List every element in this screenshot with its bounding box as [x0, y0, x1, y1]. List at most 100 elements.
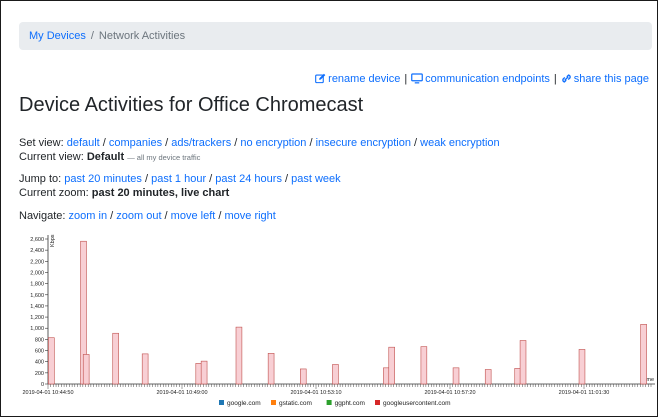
- navigate-separator: /: [161, 210, 171, 222]
- activity-bar: [200, 360, 208, 385]
- communication-endpoints-link[interactable]: communication endpoints: [411, 73, 550, 85]
- jump-to-row: Jump to: past 20 minutes / past 1 hour /…: [19, 173, 341, 185]
- navigate-row: Navigate: zoom in / zoom out / move left…: [19, 210, 276, 222]
- rename-device-link[interactable]: rename device: [315, 73, 400, 85]
- navigate-option-zoom-in[interactable]: zoom in: [69, 210, 108, 222]
- y-tick-label: 2,200: [30, 259, 44, 265]
- y-axis-label: Kbps: [50, 234, 56, 247]
- set-view-option-default[interactable]: default: [67, 137, 100, 149]
- current-view-note: — all my device traffic: [127, 153, 201, 162]
- communication-endpoints-label: communication endpoints: [425, 73, 550, 85]
- activity-bar: [484, 369, 492, 385]
- device-actions: rename device | communication endpoints …: [315, 73, 649, 85]
- activity-bar: [112, 332, 119, 385]
- set-view-separator: /: [162, 137, 172, 149]
- y-tick-label: 600: [35, 349, 44, 355]
- activity-bar: [514, 368, 521, 385]
- navigate-option-move-left[interactable]: move left: [171, 210, 216, 222]
- activity-bar: [300, 368, 307, 385]
- y-tick-label: 2,400: [30, 248, 44, 254]
- share-page-link[interactable]: share this page: [561, 73, 649, 85]
- y-tick-label: 1,800: [30, 282, 44, 288]
- activity-bar: [332, 364, 339, 385]
- edit-icon: [315, 73, 326, 84]
- current-view-value: Default: [86, 151, 125, 163]
- set-view-option-companies[interactable]: companies: [109, 137, 162, 149]
- legend-label: googleusercontent.com: [383, 400, 451, 407]
- jump-to-option-past-20-minutes[interactable]: past 20 minutes: [64, 173, 142, 185]
- activity-bar: [519, 340, 527, 385]
- current-view-row: Current view: Default — all my device tr…: [19, 151, 200, 163]
- legend-label: gstatic.com: [279, 400, 312, 407]
- x-tick-label: 2019-04-01 10:53:10: [290, 390, 341, 396]
- set-view-option-no-encryption[interactable]: no encryption: [240, 137, 306, 149]
- activity-bar: [141, 353, 149, 385]
- set-view-option-weak-encryption[interactable]: weak encryption: [420, 137, 500, 149]
- set-view-separator: /: [231, 137, 241, 149]
- y-tick-label: 2,000: [30, 270, 44, 276]
- actions-divider: |: [404, 73, 408, 85]
- navigate-separator: /: [107, 210, 117, 222]
- legend-swatch: [271, 400, 276, 405]
- navigate-links: zoom in / zoom out / move left / move ri…: [69, 210, 276, 222]
- set-view-option-ads-trackers[interactable]: ads/trackers: [171, 137, 231, 149]
- navigate-option-zoom-out[interactable]: zoom out: [116, 210, 161, 222]
- x-tick-label: 2019-04-01 11:01:30: [559, 390, 610, 396]
- breadcrumb-my-devices-link[interactable]: My Devices: [29, 30, 86, 42]
- monitor-icon: [411, 73, 424, 84]
- jump-to-separator: /: [281, 173, 292, 185]
- set-view-option-insecure-encryption[interactable]: insecure encryption: [316, 137, 411, 149]
- breadcrumb-current: Network Activities: [98, 30, 186, 42]
- y-tick-label: 0: [41, 382, 44, 388]
- legend-swatch: [375, 400, 380, 405]
- y-tick-label: 400: [35, 360, 44, 366]
- current-view-label: Current view:: [19, 151, 84, 163]
- jump-to-option-past-24-hours[interactable]: past 24 hours: [215, 173, 282, 185]
- share-page-label: share this page: [573, 73, 649, 85]
- activity-bar: [420, 346, 428, 385]
- legend-label: google.com: [227, 400, 261, 407]
- activity-bar: [195, 363, 203, 385]
- breadcrumb: My Devices / Network Activities: [19, 22, 652, 50]
- x-tick-label: 2019-04-01 10:49:00: [156, 390, 207, 396]
- current-zoom-value: past 20 minutes, live chart: [91, 187, 230, 199]
- activity-bar: [452, 367, 460, 385]
- activity-bar: [82, 354, 90, 385]
- navigate-option-move-right[interactable]: move right: [224, 210, 275, 222]
- jump-to-option-past-week[interactable]: past week: [291, 173, 341, 185]
- rename-device-label: rename device: [328, 73, 401, 85]
- activity-bar: [578, 349, 586, 385]
- jump-to-separator: /: [141, 173, 152, 185]
- y-tick-label: 200: [35, 371, 44, 377]
- link-icon: [561, 74, 571, 83]
- current-zoom-label: Current zoom:: [19, 187, 89, 199]
- jump-to-links: past 20 minutes / past 1 hour / past 24 …: [64, 173, 340, 185]
- set-view-row: Set view: default / companies / ads/trac…: [19, 137, 500, 149]
- legend-label: ggpht.com: [335, 400, 365, 407]
- activity-bar: [388, 346, 395, 385]
- activity-bar: [235, 326, 243, 385]
- current-zoom-row: Current zoom: past 20 minutes, live char…: [19, 187, 229, 199]
- activity-bar: [267, 353, 275, 385]
- y-tick-label: 800: [35, 337, 44, 343]
- legend-swatch: [219, 400, 224, 405]
- navigate-label: Navigate:: [19, 210, 66, 222]
- page-title: Device Activities for Office Chromecast: [19, 94, 364, 116]
- set-view-separator: /: [410, 137, 421, 149]
- set-view-separator: /: [99, 137, 109, 149]
- set-view-links: default / companies / ads/trackers / no …: [67, 137, 500, 149]
- actions-divider: |: [553, 73, 557, 85]
- y-tick-label: 2,600: [30, 237, 44, 243]
- y-tick-label: 1,600: [30, 293, 44, 299]
- y-tick-label: 1,400: [30, 304, 44, 310]
- legend-swatch: [326, 400, 332, 405]
- activity-bar: [48, 337, 55, 385]
- breadcrumb-separator: /: [90, 30, 94, 42]
- network-activity-chart: 0 200 400 600 800 1,000 1,200 1,400 1,600 1,800 2,…: [22, 234, 655, 407]
- set-view-separator: /: [306, 137, 316, 149]
- jump-to-option-past-1-hour[interactable]: past 1 hour: [151, 173, 206, 185]
- x-tick-label: 2019-04-01 10:57:20: [424, 390, 475, 396]
- x-tick-label: 2019-04-01 10:44:50: [22, 390, 73, 396]
- jump-to-label: Jump to:: [19, 173, 62, 185]
- y-tick-label: 1,200: [30, 315, 44, 321]
